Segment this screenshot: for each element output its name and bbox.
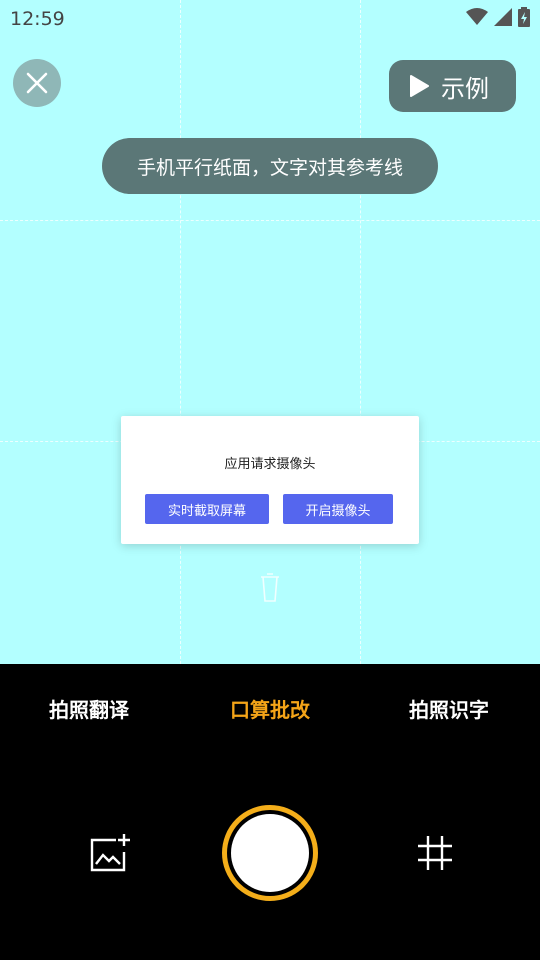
bottom-panel: 拍照翻译 口算批改 拍照识字 — [0, 664, 540, 960]
shutter-button[interactable] — [222, 805, 318, 901]
gallery-button[interactable] — [88, 832, 132, 878]
grid-line-vertical-1 — [180, 0, 181, 664]
screen-capture-button[interactable]: 实时截取屏幕 — [145, 494, 269, 524]
status-bar: 12:59 — [0, 0, 540, 38]
signal-icon — [494, 8, 512, 26]
grid-icon — [418, 836, 452, 870]
trash-icon — [261, 573, 279, 602]
camera-permission-dialog: 应用请求摄像头 实时截取屏幕 开启摄像头 — [121, 416, 419, 544]
shutter-inner — [231, 814, 309, 892]
example-label: 示例 — [441, 74, 489, 103]
tab-mental-math-check[interactable]: 口算批改 — [230, 694, 310, 723]
dialog-title: 应用请求摄像头 — [224, 457, 316, 472]
tab-photo-ocr[interactable]: 拍照识字 — [409, 694, 489, 723]
alignment-hint: 手机平行纸面，文字对其参考线 — [102, 138, 438, 194]
grid-toggle-button[interactable] — [416, 834, 454, 876]
alignment-hint-text: 手机平行纸面，文字对其参考线 — [136, 156, 403, 179]
wifi-icon — [466, 8, 488, 25]
open-camera-button[interactable]: 开启摄像头 — [283, 494, 393, 524]
camera-viewfinder[interactable]: 12:59 示例 手机平行纸面，文字对其参考线 应用请求摄像头 实时截取屏幕 开… — [0, 0, 540, 664]
play-icon — [410, 75, 429, 97]
tab-photo-translate[interactable]: 拍照翻译 — [49, 694, 129, 723]
close-button[interactable] — [13, 59, 61, 107]
close-icon — [26, 72, 48, 94]
add-image-icon — [90, 834, 130, 872]
status-icons — [466, 7, 530, 27]
battery-charging-icon — [518, 7, 530, 27]
grid-line-vertical-2 — [360, 0, 361, 664]
status-time: 12:59 — [10, 8, 65, 30]
example-button[interactable]: 示例 — [389, 60, 516, 112]
grid-line-horizontal-1 — [0, 220, 540, 221]
